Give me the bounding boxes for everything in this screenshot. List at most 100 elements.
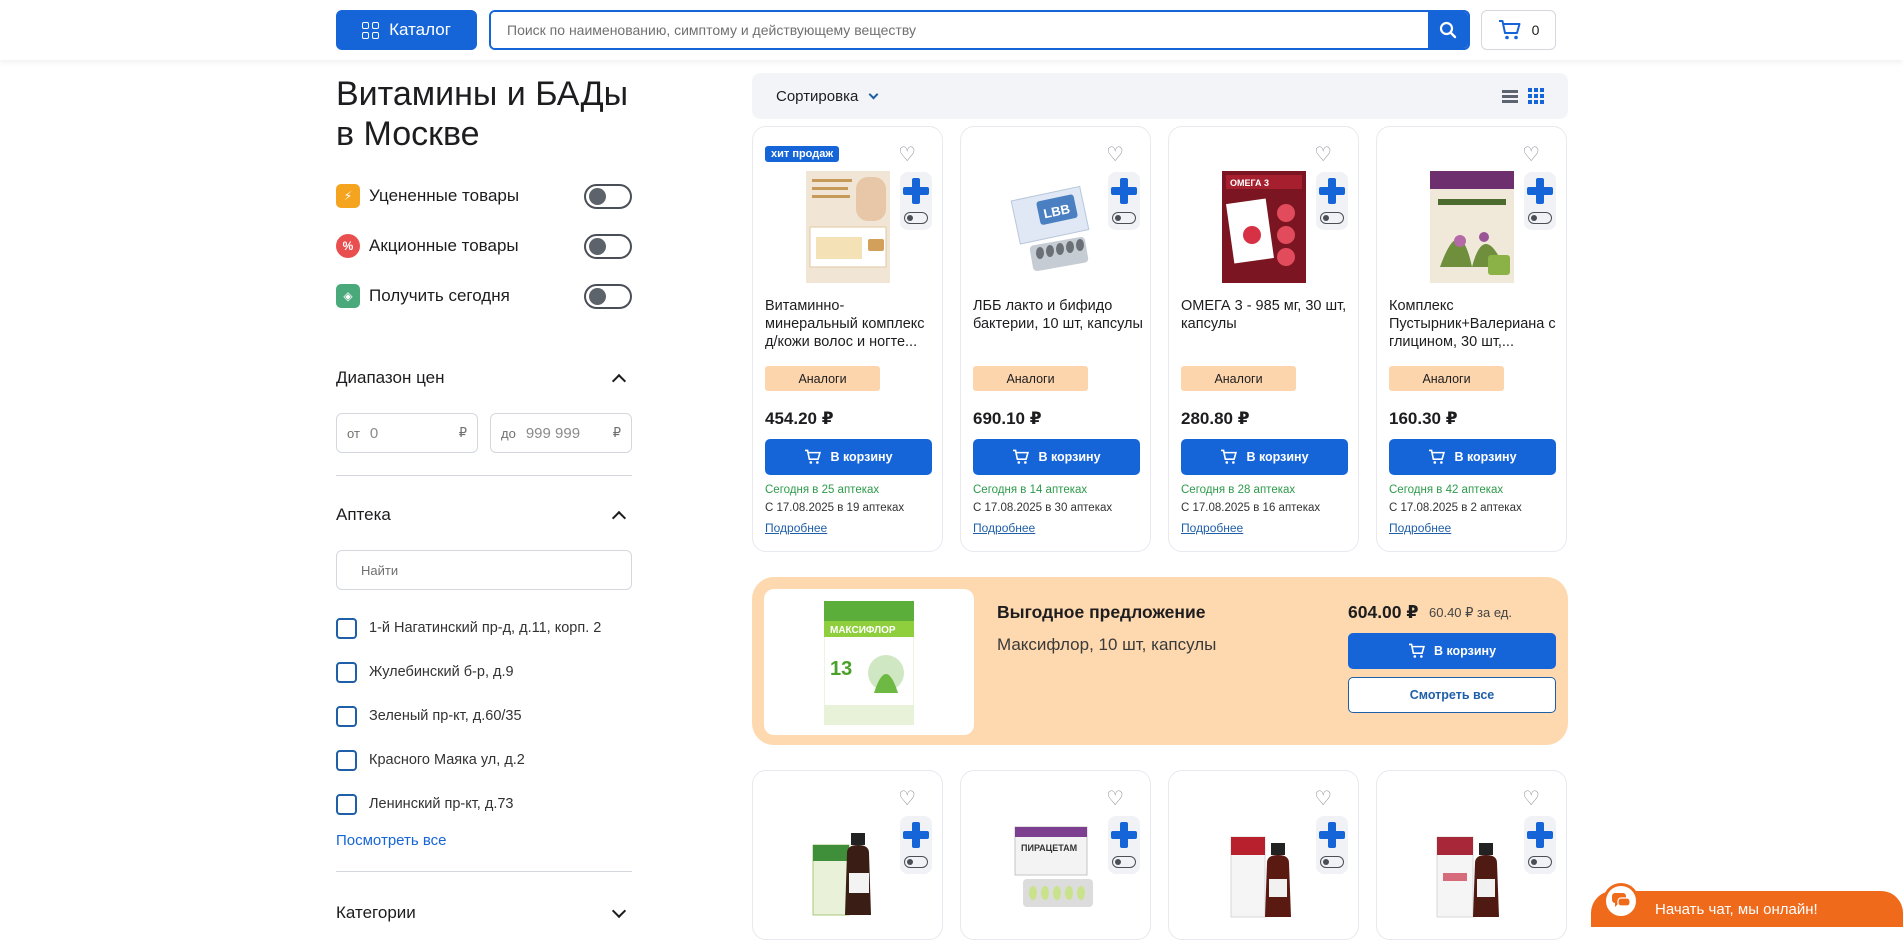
search-input[interactable] bbox=[491, 12, 1428, 48]
availability-later: С 17.08.2025 в 2 аптеках bbox=[1389, 502, 1522, 514]
add-to-cart-button[interactable]: В корзину bbox=[1389, 439, 1556, 475]
add-plus-icon[interactable] bbox=[1527, 822, 1553, 848]
product-card[interactable]: ♡ Комплекс Пустырник+Валериана с глицино… bbox=[1376, 126, 1567, 552]
product-image: LBB bbox=[1010, 185, 1090, 272]
price-section-header[interactable]: Диапазон цен bbox=[336, 363, 632, 393]
compare-toggle[interactable] bbox=[1112, 856, 1136, 868]
compare-toggle[interactable] bbox=[904, 856, 928, 868]
product-image: ПИРАЦЕТАМ bbox=[1014, 826, 1093, 907]
product-name[interactable]: Комплекс Пустырник+Валериана с глицином,… bbox=[1389, 297, 1559, 351]
product-name[interactable]: Витаминно-минеральный комплекс д/кожи во… bbox=[765, 297, 935, 351]
details-link[interactable]: Подробнее bbox=[765, 521, 827, 535]
analogs-button[interactable]: Аналоги bbox=[1389, 366, 1504, 391]
pharmacy-search-input[interactable]: Найти bbox=[336, 550, 632, 590]
omega-pack-text: ОМЕГА 3 bbox=[1230, 178, 1269, 188]
product-card[interactable]: ♡ LBB ЛББ лакто и бифидо бактерии, 10 шт… bbox=[960, 126, 1151, 552]
pharmacy-section-header[interactable]: Аптека bbox=[336, 500, 632, 530]
compare-toggle[interactable] bbox=[904, 212, 928, 224]
checkbox[interactable] bbox=[336, 705, 357, 727]
add-to-cart-button[interactable]: В корзину bbox=[765, 439, 932, 475]
pharmacy-option[interactable]: Красного Маяка ул, д.2 bbox=[336, 738, 632, 782]
pharmacy-option-label: 1-й Нагатинский пр-д, д.11, корп. 2 bbox=[369, 620, 602, 636]
promo-unit-price: 60.40 ₽ за ед. bbox=[1429, 605, 1512, 620]
pharmacy-option[interactable]: 1-й Нагатинский пр-д, д.11, корп. 2 bbox=[336, 606, 632, 650]
catalog-button[interactable]: Каталог bbox=[336, 10, 477, 50]
add-plus-icon[interactable] bbox=[903, 822, 929, 848]
chevron-down-icon[interactable] bbox=[868, 89, 879, 99]
add-to-cart-button[interactable]: В корзину bbox=[973, 439, 1140, 475]
heart-icon[interactable]: ♡ bbox=[1522, 145, 1540, 165]
sort-dropdown[interactable]: Сортировка bbox=[776, 88, 858, 105]
heart-icon[interactable]: ♡ bbox=[1314, 145, 1332, 165]
details-link[interactable]: Подробнее bbox=[1181, 521, 1243, 535]
price-from-field[interactable]: от 0 ₽ bbox=[336, 413, 478, 453]
header: Каталог 0 bbox=[0, 0, 1903, 60]
heart-icon[interactable]: ♡ bbox=[1106, 789, 1124, 809]
product-name[interactable]: ОМЕГА 3 - 985 мг, 30 шт, капсулы bbox=[1181, 297, 1351, 333]
product-card[interactable]: ♡ bbox=[752, 770, 943, 940]
compare-toggle[interactable] bbox=[1528, 212, 1552, 224]
product-card[interactable]: ♡ bbox=[1376, 770, 1567, 940]
analogs-button[interactable]: Аналоги bbox=[765, 366, 880, 391]
add-plus-icon[interactable] bbox=[1111, 178, 1137, 204]
grid-view-icon[interactable] bbox=[1528, 88, 1544, 104]
see-all-pharmacies-link[interactable]: Посмотреть все bbox=[336, 832, 632, 849]
promo-add-to-cart-label: В корзину bbox=[1433, 644, 1497, 658]
compare-toggle[interactable] bbox=[1320, 856, 1344, 868]
product-card[interactable]: ♡ bbox=[1168, 770, 1359, 940]
chat-widget[interactable]: Начать чат, мы онлайн! bbox=[1591, 883, 1903, 927]
product-card[interactable]: ♡ ОМЕГА 3 ОМЕГА 3 - 985 мг, 30 шт, капсу… bbox=[1168, 126, 1359, 552]
add-plus-icon[interactable] bbox=[903, 178, 929, 204]
promo-product-name[interactable]: Максифлор, 10 шт, капсулы bbox=[997, 635, 1216, 655]
compare-toggle[interactable] bbox=[1112, 212, 1136, 224]
discounted-toggle[interactable] bbox=[584, 183, 632, 209]
pharmacy-option[interactable]: Зеленый пр-кт, д.60/35 bbox=[336, 694, 632, 738]
pharmacy-option[interactable]: Ленинский пр-кт, д.73 bbox=[336, 782, 632, 826]
search-button[interactable] bbox=[1428, 12, 1468, 48]
add-plus-icon[interactable] bbox=[1319, 178, 1345, 204]
checkbox[interactable] bbox=[336, 749, 357, 771]
price-to-field[interactable]: до 999 999 ₽ bbox=[490, 413, 632, 453]
heart-icon[interactable]: ♡ bbox=[898, 789, 916, 809]
today-toggle[interactable] bbox=[584, 283, 632, 309]
chat-icon[interactable] bbox=[1603, 883, 1639, 919]
compare-toggle[interactable] bbox=[1528, 856, 1552, 868]
product-card[interactable]: хит продаж ♡ Витаминно-минеральный компл… bbox=[752, 126, 943, 552]
add-plus-icon[interactable] bbox=[1527, 178, 1553, 204]
promo-see-all-button[interactable]: Смотреть все bbox=[1348, 677, 1556, 713]
cart-button[interactable]: 0 bbox=[1481, 10, 1556, 50]
categories-section-title: Категории bbox=[336, 903, 416, 922]
card-actions bbox=[1316, 172, 1348, 230]
heart-icon[interactable]: ♡ bbox=[1314, 789, 1332, 809]
add-to-cart-button[interactable]: В корзину bbox=[1181, 439, 1348, 475]
checkbox[interactable] bbox=[336, 617, 357, 639]
categories-section-header[interactable]: Категории bbox=[336, 898, 632, 928]
page-title: Витамины и БАДы в Москве bbox=[336, 74, 632, 154]
details-link[interactable]: Подробнее bbox=[1389, 521, 1451, 535]
list-view-icon[interactable] bbox=[1502, 89, 1518, 103]
checkbox[interactable] bbox=[336, 661, 357, 683]
checkbox[interactable] bbox=[336, 793, 357, 815]
product-name[interactable]: ЛББ лакто и бифидо бактерии, 10 шт, капс… bbox=[973, 297, 1143, 333]
heart-icon[interactable]: ♡ bbox=[898, 145, 916, 165]
promo-toggle[interactable] bbox=[584, 233, 632, 259]
pill-icon: ◈ bbox=[336, 284, 360, 308]
details-link[interactable]: Подробнее bbox=[973, 521, 1035, 535]
heart-icon[interactable]: ♡ bbox=[1106, 145, 1124, 165]
pharmacy-section-title: Аптека bbox=[336, 505, 391, 524]
compare-toggle[interactable] bbox=[1320, 212, 1344, 224]
search-bar bbox=[489, 10, 1470, 50]
analogs-button[interactable]: Аналоги bbox=[1181, 366, 1296, 391]
price-to-prefix: до bbox=[501, 425, 516, 441]
promo-add-to-cart-button[interactable]: В корзину bbox=[1348, 633, 1556, 669]
card-actions bbox=[900, 172, 932, 230]
add-plus-icon[interactable] bbox=[1319, 822, 1345, 848]
promo-product-image[interactable]: МАКСИФЛОР 13 bbox=[764, 589, 974, 735]
card-actions bbox=[1524, 172, 1556, 230]
add-plus-icon[interactable] bbox=[1111, 822, 1137, 848]
product-card[interactable]: ♡ ПИРАЦЕТАМ bbox=[960, 770, 1151, 940]
analogs-button[interactable]: Аналоги bbox=[973, 366, 1088, 391]
product-image: ОМЕГА 3 bbox=[1222, 171, 1306, 283]
heart-icon[interactable]: ♡ bbox=[1522, 789, 1540, 809]
pharmacy-option[interactable]: Жулебинский б-р, д.9 bbox=[336, 650, 632, 694]
